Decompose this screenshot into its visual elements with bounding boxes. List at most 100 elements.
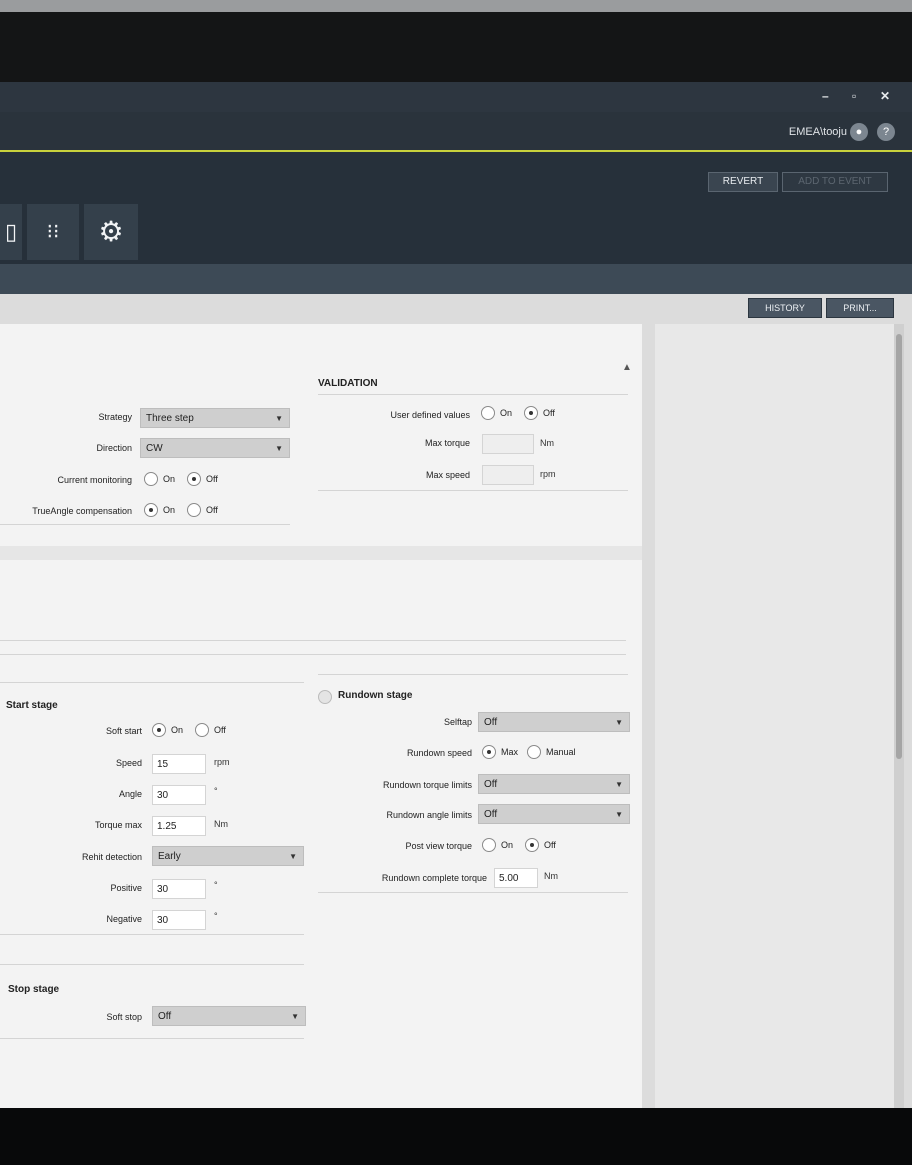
minimize-icon[interactable]: – (822, 89, 829, 103)
nm-unit: Nm (544, 871, 558, 881)
rehit-detection-label: Rehit detection (81, 852, 142, 862)
window-titlebar: – ▫ ✕ (0, 82, 912, 112)
soft-stop-label: Soft stop (106, 1012, 142, 1022)
user-defined-on-radio[interactable] (481, 406, 495, 420)
radio-off-label: Off (544, 840, 556, 850)
divider (0, 934, 304, 935)
speed-label: Speed (115, 758, 142, 768)
max-label: Max (501, 747, 519, 757)
rundown-torque-limits-value: Off (484, 779, 498, 790)
max-torque-label: Max torque (424, 438, 470, 448)
post-view-torque-label: Post view torque (405, 841, 472, 851)
current-monitoring-on-radio[interactable] (144, 472, 158, 486)
nm-unit: Nm (540, 438, 554, 448)
speed-input[interactable]: 15 (152, 754, 206, 774)
rundown-complete-torque-input[interactable]: 5.00 (494, 868, 538, 888)
close-icon[interactable]: ✕ (880, 89, 890, 103)
restore-icon[interactable]: ▫ (852, 89, 856, 103)
print-button[interactable]: PRINT... (826, 298, 894, 318)
rundown-angle-limits-select[interactable]: Off ▼ (478, 804, 630, 824)
chevron-down-icon: ▼ (615, 718, 623, 727)
torque-max-input[interactable]: 1.25 (152, 816, 206, 836)
current-monitoring-label: Current monitoring (57, 475, 132, 485)
rundown-stage-toggle[interactable] (318, 690, 332, 704)
soft-stop-value: Off (158, 1011, 172, 1022)
positive-label: Positive (110, 883, 142, 893)
rundown-angle-limits-label: Rundown angle limits (386, 810, 472, 820)
config-panel: ▲ Strategy Three step ▼ Direction CW ▼ C… (0, 324, 642, 1114)
angle-label: Angle (118, 789, 142, 799)
soft-start-on-radio[interactable] (152, 723, 166, 737)
gear-icon[interactable]: ⚙ (84, 204, 138, 260)
max-torque-input[interactable] (482, 434, 534, 454)
add-to-event-button[interactable]: ADD TO EVENT (782, 172, 888, 192)
rundown-torque-limits-select[interactable]: Off ▼ (478, 774, 630, 794)
divider (0, 682, 304, 683)
negative-input[interactable]: 30 (152, 910, 206, 930)
username: EMEA\tooju (788, 126, 847, 138)
radio-on-label: On (163, 505, 176, 515)
rundown-complete-torque-label: Rundown complete torque (381, 873, 487, 883)
chevron-down-icon: ▼ (615, 780, 623, 789)
radio-off-label: Off (206, 474, 218, 484)
chevron-down-icon: ▼ (615, 810, 623, 819)
history-button[interactable]: HISTORY (748, 298, 822, 318)
direction-select[interactable]: CW ▼ (140, 438, 290, 458)
rundown-speed-label: Rundown speed (406, 748, 472, 758)
max-speed-label: Max speed (425, 470, 470, 480)
scrollbar-thumb[interactable] (896, 334, 902, 759)
radio-on-label: On (163, 474, 176, 484)
tablet-icon[interactable]: ▯ (0, 204, 22, 260)
torque-max-label: Torque max (94, 820, 142, 830)
scroll-up-icon[interactable]: ▲ (622, 362, 632, 373)
selftap-label: Selftap (443, 717, 472, 727)
rpm-unit: rpm (214, 757, 230, 767)
stop-stage-title: Stop stage (8, 984, 60, 995)
divider (318, 674, 628, 675)
side-column (655, 324, 895, 1114)
strategy-select[interactable]: Three step ▼ (140, 408, 290, 428)
soft-stop-select[interactable]: Off ▼ (152, 1006, 306, 1026)
divider (0, 964, 304, 965)
toolbar: REVERT ADD TO EVENT ▯ ⁝⁝ ⚙ (0, 152, 912, 264)
monitor-bezel-bottom (0, 1108, 912, 1165)
radio-on-label: On (501, 840, 514, 850)
trueangle-off-radio[interactable] (187, 503, 201, 517)
direction-label: Direction (96, 443, 132, 453)
sub-toolbar (0, 264, 912, 294)
chevron-down-icon: ▼ (275, 414, 283, 423)
angle-input[interactable]: 30 (152, 785, 206, 805)
trueangle-on-radio[interactable] (144, 503, 158, 517)
radio-on-label: On (171, 725, 184, 735)
divider (0, 640, 626, 641)
tool-list-icon[interactable]: ⁝⁝ (27, 204, 79, 260)
degree-unit: ° (214, 786, 218, 796)
rundown-torque-limits-label: Rundown torque limits (382, 780, 472, 790)
section-gap (0, 546, 642, 560)
radio-off-label: Off (214, 725, 226, 735)
current-monitoring-off-radio[interactable] (187, 472, 201, 486)
divider (0, 524, 290, 525)
post-view-off-radio[interactable] (525, 838, 539, 852)
radio-off-label: Off (206, 505, 218, 515)
user-defined-off-radio[interactable] (524, 406, 538, 420)
rundown-speed-manual-radio[interactable] (527, 745, 541, 759)
rundown-speed-max-radio[interactable] (482, 745, 496, 759)
selftap-select[interactable]: Off ▼ (478, 712, 630, 732)
divider (318, 892, 628, 893)
post-view-on-radio[interactable] (482, 838, 496, 852)
start-stage-title: Start stage (6, 700, 58, 711)
selftap-value: Off (484, 717, 498, 728)
rundown-angle-limits-value: Off (484, 809, 498, 820)
positive-input[interactable]: 30 (152, 879, 206, 899)
divider (318, 490, 628, 491)
revert-button[interactable]: REVERT (708, 172, 778, 192)
direction-value: CW (146, 443, 163, 454)
person-icon[interactable]: ● (850, 123, 868, 141)
divider (0, 1038, 304, 1039)
max-speed-input[interactable] (482, 465, 534, 485)
soft-start-off-radio[interactable] (195, 723, 209, 737)
rehit-detection-select[interactable]: Early ▼ (152, 846, 304, 866)
strategy-label: Strategy (98, 412, 132, 422)
help-icon[interactable]: ? (877, 123, 895, 141)
